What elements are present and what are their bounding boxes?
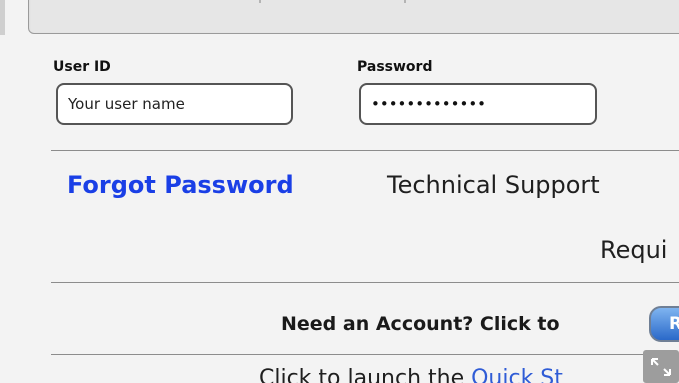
user-id-input[interactable] (56, 83, 293, 125)
register-button[interactable]: R (649, 306, 679, 342)
expand-icon (651, 358, 671, 376)
expand-button[interactable] (643, 350, 679, 383)
user-id-label: User ID (53, 59, 111, 75)
divider (51, 282, 679, 283)
top-panel (28, 0, 679, 34)
password-label: Password (357, 59, 433, 75)
left-edge-strip (0, 0, 5, 35)
quick-start-text: Click to launch the Quick St (259, 366, 563, 383)
need-account-prompt: Need an Account? Click to (281, 313, 560, 335)
technical-support-link[interactable]: Technical Support (387, 171, 600, 199)
divider (51, 354, 679, 355)
panel-tick (404, 0, 406, 3)
password-input[interactable] (359, 83, 597, 125)
required-note: Requi (600, 236, 668, 264)
divider (51, 150, 679, 151)
login-page: User ID Password Forgot Password Technic… (0, 0, 679, 383)
quick-start-prefix: Click to launch the (259, 366, 472, 383)
forgot-password-link[interactable]: Forgot Password (67, 171, 294, 199)
quick-start-link[interactable]: Quick St (471, 366, 563, 383)
panel-tick (259, 0, 261, 3)
